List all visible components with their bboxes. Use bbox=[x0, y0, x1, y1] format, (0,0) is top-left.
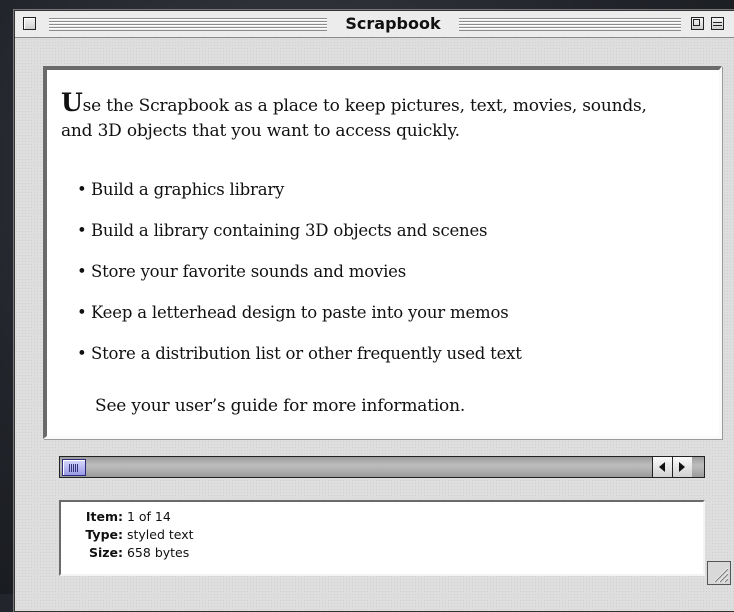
list-item: • Build a library containing 3D objects a… bbox=[77, 221, 488, 240]
item-label: Item: bbox=[85, 509, 123, 524]
right-arrow-icon bbox=[679, 462, 685, 472]
title-stripes-right bbox=[459, 17, 681, 31]
zoom-box-icon[interactable] bbox=[691, 17, 704, 30]
scroll-thumb[interactable] bbox=[62, 459, 86, 476]
type-value: styled text bbox=[126, 527, 194, 542]
feature-list: • Build a graphics library • Build a libra… bbox=[77, 180, 522, 385]
grow-box-lines bbox=[713, 567, 729, 583]
type-label: Type: bbox=[85, 527, 123, 542]
title-stripes-left bbox=[49, 17, 327, 31]
thumb-grip-icon bbox=[69, 464, 79, 472]
size-label: Size: bbox=[88, 545, 123, 560]
scrapbook-window: Scrapbook Use the Scrapbook as a place t… bbox=[14, 10, 734, 612]
list-item-text: Build a graphics library bbox=[91, 180, 285, 199]
intro-body: se the Scrapbook as a place to keep pict… bbox=[61, 96, 647, 141]
scrapbook-item-view: Use the Scrapbook as a place to keep pic… bbox=[43, 66, 722, 439]
intro-text: Use the Scrapbook as a place to keep pic… bbox=[61, 90, 681, 144]
list-item: • Keep a letterhead design to paste into … bbox=[77, 303, 509, 322]
list-item: • Build a graphics library bbox=[77, 180, 285, 199]
list-item: • Store a distribution list or other freq… bbox=[77, 344, 522, 363]
info-row-size: Size: 658 bytes bbox=[65, 544, 189, 561]
title-bar[interactable]: Scrapbook bbox=[15, 11, 734, 38]
info-row-item: Item: 1 of 14 bbox=[65, 508, 171, 525]
list-item-text: Build a library containing 3D objects an… bbox=[91, 221, 488, 240]
collapse-box-icon[interactable] bbox=[711, 17, 724, 30]
list-item-text: Keep a letterhead design to paste into y… bbox=[91, 303, 509, 322]
item-info-panel: Item: 1 of 14 Type: styled text Size: 65… bbox=[59, 500, 705, 576]
size-value: 658 bytes bbox=[126, 545, 190, 560]
horizontal-scrollbar[interactable] bbox=[59, 456, 705, 478]
list-item-text: Store a distribution list or other frequ… bbox=[91, 344, 522, 363]
scroll-left-button[interactable] bbox=[652, 457, 672, 477]
footnote-text: See your user’s guide for more informati… bbox=[95, 396, 466, 416]
scroll-right-button[interactable] bbox=[672, 457, 692, 477]
list-item-text: Store your favorite sounds and movies bbox=[91, 262, 406, 281]
window-title: Scrapbook bbox=[327, 14, 459, 34]
left-arrow-icon bbox=[659, 462, 665, 472]
list-item: • Store your favorite sounds and movies bbox=[77, 262, 406, 281]
resize-grip-icon[interactable] bbox=[707, 561, 731, 585]
intro-initial: U bbox=[61, 88, 83, 117]
info-row-type: Type: styled text bbox=[65, 526, 194, 543]
item-value: 1 of 14 bbox=[126, 509, 171, 524]
close-box-icon[interactable] bbox=[23, 17, 36, 30]
